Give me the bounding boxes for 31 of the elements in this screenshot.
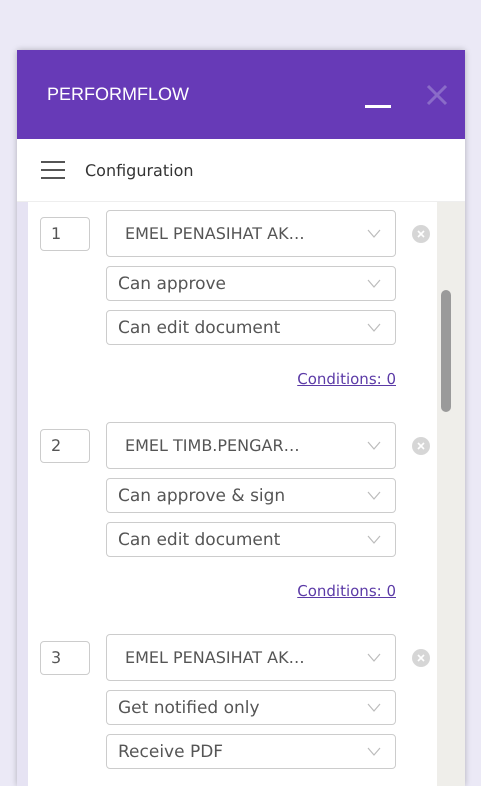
- chevron-down-icon: [367, 279, 381, 288]
- recipient-dropdown[interactable]: EMEL PENASIHAT AK…: [106, 210, 396, 257]
- remove-icon[interactable]: [412, 436, 430, 454]
- permission-dropdown[interactable]: Can approve: [106, 266, 396, 301]
- editing-dropdown[interactable]: Receive PDF: [106, 734, 396, 769]
- window-title: PERFORMFLOW: [47, 84, 190, 105]
- chevron-down-icon: [367, 441, 381, 450]
- chevron-down-icon: [367, 747, 381, 756]
- toolbar-title: Configuration: [85, 160, 194, 180]
- chevron-down-icon: [367, 653, 381, 662]
- chevron-down-icon: [367, 491, 381, 500]
- order-field[interactable]: 2: [40, 428, 90, 462]
- chevron-down-icon: [367, 535, 381, 544]
- menu-icon[interactable]: [41, 160, 65, 180]
- permission-dropdown[interactable]: Get notified only: [106, 690, 396, 725]
- chevron-down-icon: [367, 703, 381, 712]
- remove-icon[interactable]: [412, 648, 430, 666]
- chevron-down-icon: [367, 229, 381, 238]
- scrollbar[interactable]: [437, 202, 465, 786]
- recipient-dropdown[interactable]: EMEL TIMB.PENGAR…: [106, 422, 396, 469]
- conditions-link[interactable]: Conditions: 0: [297, 370, 396, 388]
- close-button[interactable]: [425, 82, 449, 106]
- editing-dropdown[interactable]: Can edit document: [106, 522, 396, 557]
- chevron-down-icon: [367, 323, 381, 332]
- order-field[interactable]: 3: [40, 640, 90, 674]
- conditions-link[interactable]: Conditions: 0: [297, 582, 396, 600]
- editing-dropdown[interactable]: Can edit document: [106, 310, 396, 345]
- remove-icon[interactable]: [412, 224, 430, 242]
- recipient-dropdown[interactable]: EMEL PENASIHAT AK…: [106, 634, 396, 681]
- order-field[interactable]: 1: [40, 216, 90, 250]
- permission-dropdown[interactable]: Can approve & sign: [106, 478, 396, 513]
